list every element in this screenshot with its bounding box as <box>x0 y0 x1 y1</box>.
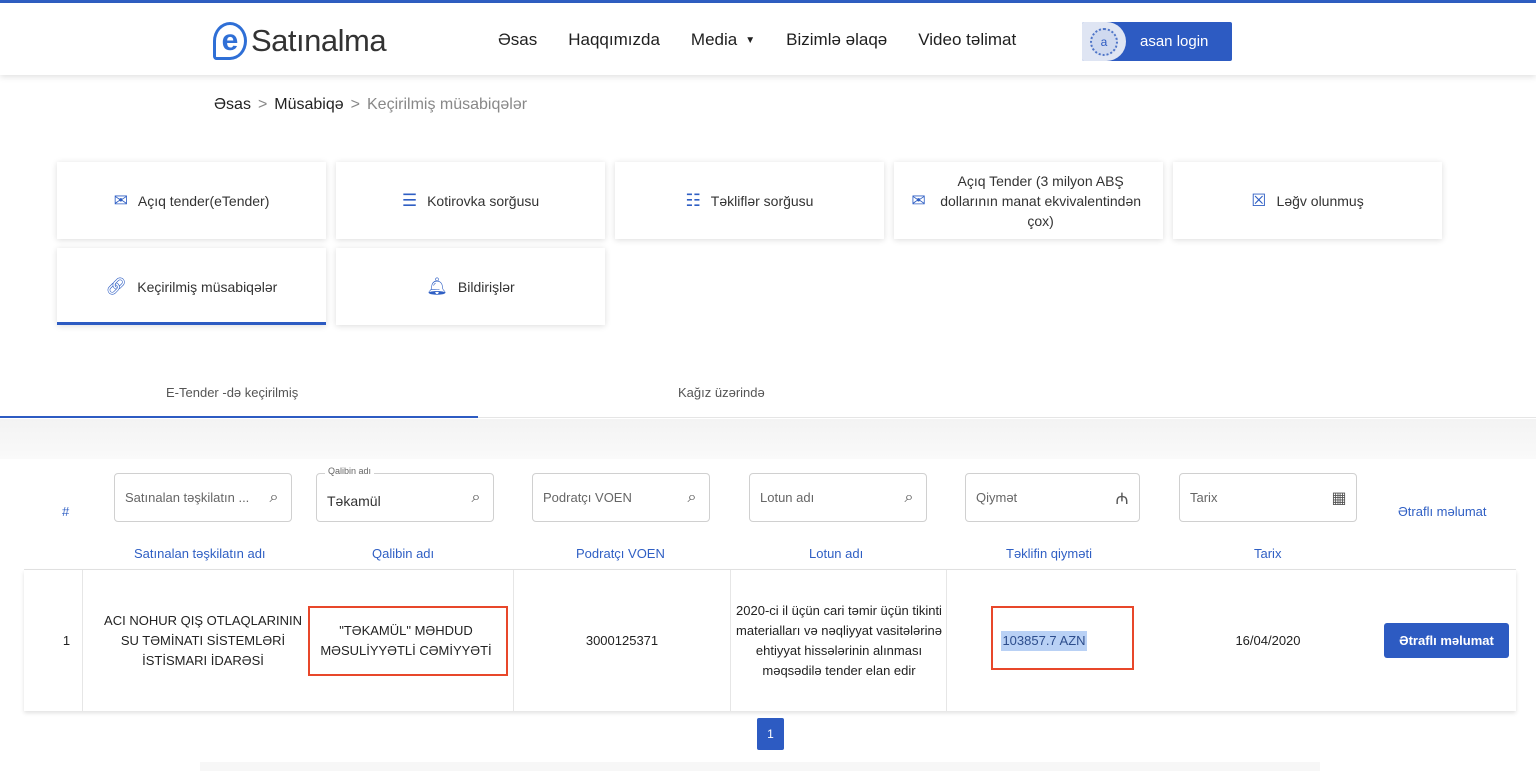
org-filter-placeholder: Satınalan təşkilatın ... <box>125 490 250 505</box>
breadcrumb: Əsas > Müsabiqə > Keçirilmiş müsabiqələr <box>214 96 527 114</box>
date-filter-placeholder: Tarix <box>1190 490 1218 505</box>
row-lot-name: 2020-ci il üçün cari təmir üçün tikinti … <box>736 602 942 678</box>
breadcrumb-separator: > <box>257 96 268 113</box>
row-org-name: ACI NOHUR QIŞ OTLAQLARININ SU TƏMİNATI S… <box>104 612 302 668</box>
price-filter-placeholder: Qiymət <box>976 490 1018 505</box>
main-nav: Əsas Haqqımızda Media ▼ Bizimlə əlaqə Vid… <box>498 30 1047 50</box>
category-completed[interactable]: 🔗︎ Keçirilmiş müsabiqələr <box>57 248 326 325</box>
category-label: Keçirilmiş müsabiqələr <box>137 278 278 295</box>
breadcrumb-current: Keçirilmiş müsabiqələr <box>367 96 528 113</box>
col-org-name: Satınalan təşkilatın adı <box>134 546 266 561</box>
decorative-band <box>0 419 1536 459</box>
breadcrumb-contest[interactable]: Müsabiqə <box>274 96 343 114</box>
search-icon[interactable]: ⌕ <box>892 489 926 507</box>
winner-filter-value: Təkamül <box>327 492 381 509</box>
category-cancelled[interactable]: ☒ Ləğv olunmuş <box>1173 162 1442 239</box>
category-label: Açıq Tender (3 milyon ABŞ dollarının man… <box>940 172 1142 229</box>
category-offers[interactable]: ☷ Təkliflər sorğusu <box>615 162 884 239</box>
search-icon[interactable]: ⌕ <box>675 489 709 507</box>
nav-contact[interactable]: Bizimlə əlaqə <box>786 30 887 50</box>
asan-seal-icon: a <box>1082 22 1126 61</box>
column-divider <box>513 570 514 711</box>
manat-currency-icon: ₼ <box>1115 490 1129 508</box>
more-info-button[interactable]: Ətraflı məlumat <box>1384 623 1509 658</box>
more-info-header: Ətraflı məlumat <box>1398 504 1487 519</box>
table-row: 1 ACI NOHUR QIŞ OTLAQLARININ SU TƏMİNATI… <box>24 570 1516 711</box>
winner-filter-input[interactable]: Qalibin adı Təkamül ⌕ <box>316 466 494 522</box>
index-header: # <box>62 504 70 519</box>
nav-home[interactable]: Əsas <box>498 30 537 50</box>
chevron-down-icon: ▼ <box>745 35 756 47</box>
voen-filter-placeholder: Podratçı VOEN <box>543 490 632 505</box>
tender-doc-icon: ✉ <box>113 190 128 210</box>
bell-icon: 🔔︎ <box>426 276 448 296</box>
category-label: Ləğv olunmuş <box>1276 192 1364 209</box>
site-header: e Satınalma Əsas Haqqımızda Media ▼ Bizim… <box>0 3 1536 75</box>
tab-etender[interactable]: E-Tender -də keçirilmiş <box>166 385 298 400</box>
site-logo[interactable]: e Satınalma <box>213 19 387 63</box>
col-voen: Podratçı VOEN <box>576 546 665 561</box>
column-divider <box>730 570 731 711</box>
pagination-page-1[interactable]: 1 <box>757 718 784 750</box>
col-offer-price: Təklifin qiyməti <box>1006 546 1092 561</box>
winner-highlight-box <box>308 606 508 676</box>
org-filter-input[interactable]: Satınalan təşkilatın ... ⌕ <box>114 473 292 522</box>
result-tabs: E-Tender -də keçirilmiş Kağız üzərində <box>0 372 1536 418</box>
voen-filter-input[interactable]: Podratçı VOEN ⌕ <box>532 473 710 522</box>
date-filter-input[interactable]: Tarix ▦ <box>1179 473 1357 522</box>
quote-message-icon: ☰ <box>401 190 418 210</box>
breadcrumb-separator: > <box>350 96 360 113</box>
lot-filter-input[interactable]: Lotun adı ⌕ <box>749 473 927 522</box>
winner-filter-legend: Qalibin adı <box>325 466 375 476</box>
cancel-box-icon: ☒ <box>1251 190 1267 210</box>
nav-media[interactable]: Media ▼ <box>691 30 755 50</box>
tender-doc-icon: ✉ <box>911 190 926 210</box>
category-label: Bildirişlər <box>457 278 515 295</box>
asan-login-label: asan login <box>1140 33 1209 50</box>
lot-filter-placeholder: Lotun adı <box>760 490 815 505</box>
category-label: Kotirovka sorğusu <box>427 192 540 209</box>
logo-text: Satınalma <box>251 23 387 58</box>
row-index: 1 <box>62 632 71 648</box>
row-date: 16/04/2020 <box>1235 632 1301 648</box>
category-notifications[interactable]: 🔔︎ Bildirişlər <box>336 248 605 325</box>
breadcrumb-home[interactable]: Əsas <box>214 96 251 114</box>
calendar-icon[interactable]: ▦ <box>1322 488 1356 508</box>
column-divider <box>946 570 947 711</box>
category-label: Təkliflər sorğusu <box>710 192 814 209</box>
col-winner-name: Qalibin adı <box>372 546 435 561</box>
search-icon[interactable]: ⌕ <box>459 489 493 507</box>
active-tab-indicator <box>0 416 478 418</box>
price-highlight-box <box>991 606 1134 670</box>
tab-paper[interactable]: Kağız üzərində <box>678 385 765 400</box>
category-open-tender-large[interactable]: ✉ Açıq Tender (3 milyon ABŞ dollarının m… <box>894 162 1163 239</box>
col-lot-name: Lotun adı <box>809 546 864 561</box>
asan-login-button[interactable]: a asan login <box>1082 22 1232 61</box>
nav-video[interactable]: Video təlimat <box>918 30 1016 50</box>
search-icon[interactable]: ⌕ <box>257 489 291 507</box>
category-quotation[interactable]: ☰ Kotirovka sorğusu <box>336 162 605 239</box>
nav-about[interactable]: Haqqımızda <box>568 30 660 50</box>
column-divider <box>82 570 83 711</box>
offers-chat-icon: ☷ <box>685 190 701 210</box>
logo-mark: e <box>213 22 247 60</box>
link-icon: 🔗︎ <box>105 276 128 296</box>
footer-fade <box>200 762 1320 771</box>
nav-media-label: Media <box>690 30 738 49</box>
category-label: Açıq tender(eTender) <box>137 192 270 209</box>
category-open-tender[interactable]: ✉ Açıq tender(eTender) <box>57 162 326 239</box>
row-voen: 3000125371 <box>585 632 659 648</box>
price-filter-input[interactable]: Qiymət ₼ <box>965 473 1140 522</box>
col-date: Tarix <box>1254 546 1282 561</box>
